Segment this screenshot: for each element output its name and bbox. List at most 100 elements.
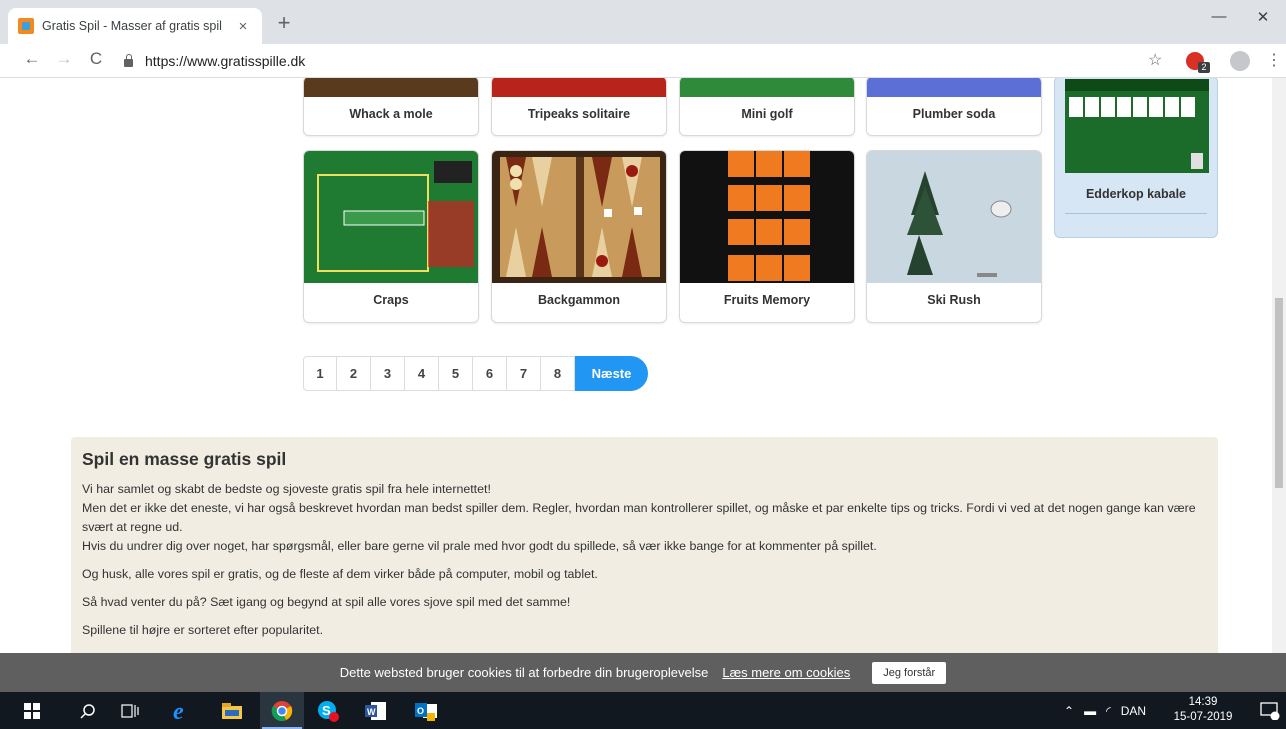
game-thumbnail <box>492 151 666 283</box>
windows-start-icon[interactable] <box>10 692 54 729</box>
game-thumbnail <box>680 78 854 97</box>
cookie-banner: Dette websted bruger cookies til at forb… <box>0 653 1286 692</box>
windows-taskbar: e S W O ⌃ ▬ ◜ DAN 14:39 15-07-2019 <box>0 692 1286 729</box>
page-link-4[interactable]: 4 <box>405 356 439 391</box>
memory-cards-illustration <box>728 151 810 281</box>
page-link-1[interactable]: 1 <box>303 356 337 391</box>
svg-text:W: W <box>367 707 376 717</box>
game-card-craps[interactable]: Craps <box>303 150 479 323</box>
bookmark-star-icon[interactable]: ☆ <box>1148 50 1162 70</box>
cookie-text: Dette websted bruger cookies til at forb… <box>339 665 709 680</box>
task-view-icon[interactable] <box>108 692 152 729</box>
site-favicon-icon <box>18 18 34 34</box>
notifications-icon[interactable] <box>1248 692 1286 729</box>
url-text: https://www.gratisspille.dk <box>145 53 306 69</box>
search-icon[interactable] <box>66 692 110 729</box>
skype-icon[interactable]: S <box>306 692 350 729</box>
svg-text:e: e <box>173 700 184 722</box>
game-title: Fruits Memory <box>723 293 811 307</box>
game-thumbnail <box>867 151 1041 283</box>
ski-slope-illustration <box>907 171 1012 277</box>
game-thumbnail <box>304 78 478 97</box>
tray-expand-icon[interactable]: ⌃ <box>1064 704 1074 718</box>
info-paragraph: Og husk, alle vores spil er gratis, og d… <box>82 567 598 581</box>
game-title: Plumber soda <box>912 107 996 121</box>
svg-text:O: O <box>417 706 424 716</box>
wifi-icon[interactable]: ◜ <box>1106 704 1111 718</box>
info-paragraph: Spillene til højre er sorteret efter pop… <box>82 623 324 637</box>
minimize-button[interactable]: — <box>1196 8 1242 25</box>
game-title: Backgammon <box>538 293 620 307</box>
game-title: Tripeaks solitaire <box>527 107 631 121</box>
forward-button[interactable]: → <box>52 49 76 69</box>
info-line: Men det er ikke det eneste, vi har også … <box>82 501 1196 534</box>
info-box: Spil en masse gratis spil Vi har samlet … <box>71 437 1218 653</box>
game-card[interactable]: Plumber soda <box>866 78 1042 136</box>
clock-date: 15-07-2019 <box>1173 711 1233 723</box>
game-title: Whack a mole <box>349 107 433 121</box>
info-line: Hvis du undrer dig over noget, har spørg… <box>82 539 877 553</box>
edge-browser-icon[interactable]: e <box>160 692 204 729</box>
outlook-icon[interactable]: O <box>404 692 448 729</box>
info-heading: Spil en masse gratis spil <box>82 449 287 469</box>
cookie-accept-button[interactable]: Jeg forstår <box>872 661 947 684</box>
chrome-taskbar-icon[interactable] <box>260 692 304 729</box>
spider-solitaire-illustration <box>1065 79 1209 169</box>
tab-title: Gratis Spil - Masser af gratis spil <box>42 19 222 33</box>
game-card-ski-rush[interactable]: Ski Rush <box>866 150 1042 323</box>
game-card-fruits-memory[interactable]: Fruits Memory <box>679 150 855 323</box>
browser-menu-icon[interactable]: ⋮ <box>1266 50 1282 70</box>
game-thumbnail <box>680 151 854 283</box>
input-language[interactable]: DAN <box>1121 704 1146 718</box>
game-thumbnail <box>867 78 1041 97</box>
page-link-2[interactable]: 2 <box>337 356 371 391</box>
pagination: 1 2 3 4 5 6 7 8 Næste <box>303 356 648 391</box>
clock-time: 14:39 <box>1188 696 1218 708</box>
game-title: Ski Rush <box>927 293 981 307</box>
page-link-8[interactable]: 8 <box>541 356 575 391</box>
info-paragraph: Så hvad venter du på? Sæt igang og begyn… <box>82 595 571 609</box>
game-thumbnail <box>492 78 666 97</box>
page-link-5[interactable]: 5 <box>439 356 473 391</box>
address-bar[interactable]: https://www.gratisspille.dk <box>120 48 1120 74</box>
game-card[interactable]: Mini golf <box>679 78 855 136</box>
network-icon[interactable]: ▬ <box>1084 704 1096 718</box>
clock[interactable]: 14:39 15-07-2019 <box>1168 695 1238 725</box>
page-link-7[interactable]: 7 <box>507 356 541 391</box>
browser-tab[interactable]: Gratis Spil - Masser af gratis spil × <box>8 8 262 44</box>
game-card[interactable]: Tripeaks solitaire <box>491 78 667 136</box>
craps-table-illustration <box>317 161 474 272</box>
extension-badge: 2 <box>1198 62 1210 73</box>
cookie-more-link[interactable]: Læs mere om cookies <box>722 665 850 680</box>
page-link-6[interactable]: 6 <box>473 356 507 391</box>
profile-avatar[interactable] <box>1230 51 1250 71</box>
back-button[interactable]: ← <box>20 49 44 69</box>
page-link-3[interactable]: 3 <box>371 356 405 391</box>
divider <box>1065 213 1207 214</box>
game-title: Craps <box>373 293 409 307</box>
backgammon-board-illustration <box>500 157 660 277</box>
game-card-backgammon[interactable]: Backgammon <box>491 150 667 323</box>
system-tray: ⌃ ▬ ◜ DAN <box>1064 692 1146 729</box>
side-game-card[interactable]: Edderkop kabale <box>1054 78 1218 238</box>
reload-button[interactable]: C <box>84 49 108 69</box>
window-close-button[interactable]: ✕ <box>1240 8 1286 26</box>
game-thumbnail <box>304 151 478 283</box>
page-scrollbar[interactable] <box>1272 78 1286 653</box>
lock-icon <box>124 54 133 67</box>
game-thumbnail <box>1065 79 1209 173</box>
file-explorer-icon[interactable] <box>210 692 254 729</box>
scrollbar-thumb[interactable] <box>1275 298 1283 488</box>
game-title: Edderkop kabale <box>1085 187 1187 201</box>
tab-close-icon[interactable]: × <box>234 18 252 35</box>
new-tab-button[interactable]: + <box>270 10 298 38</box>
info-paragraph: Vi har samlet og skabt de bedste og sjov… <box>82 480 1207 556</box>
tab-strip: Gratis Spil - Masser af gratis spil × + … <box>0 0 1286 44</box>
game-title: Mini golf <box>741 107 793 121</box>
info-line: Vi har samlet og skabt de bedste og sjov… <box>82 482 491 496</box>
game-card[interactable]: Whack a mole <box>303 78 479 136</box>
page-content: Whack a mole Tripeaks solitaire Mini gol… <box>0 78 1286 653</box>
next-page-button[interactable]: Næste <box>575 356 648 391</box>
browser-toolbar: ← → C https://www.gratisspille.dk ☆ 2 ⋮ <box>0 44 1286 78</box>
word-icon[interactable]: W <box>354 692 398 729</box>
